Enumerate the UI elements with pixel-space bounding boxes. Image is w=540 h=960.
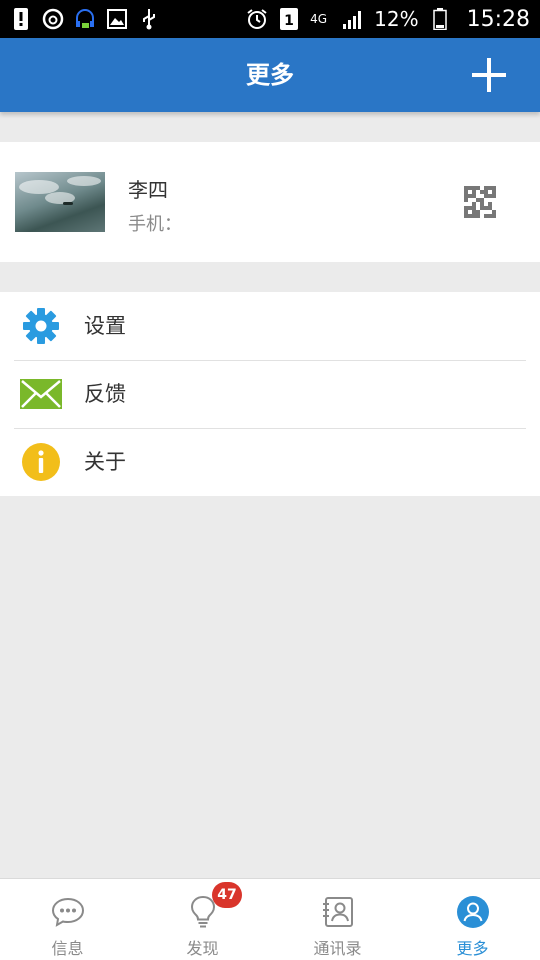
tab-label: 更多 bbox=[456, 939, 489, 958]
gear-icon bbox=[20, 306, 62, 346]
profile-phone: 手机： bbox=[128, 214, 182, 235]
alert-icon bbox=[10, 8, 32, 30]
plus-icon[interactable] bbox=[472, 58, 506, 92]
discover-badge: 47 bbox=[212, 882, 242, 908]
tab-label: 通讯录 bbox=[313, 939, 362, 958]
person-icon bbox=[455, 895, 491, 929]
menu-item-label: 设置 bbox=[84, 314, 126, 338]
menu-item-settings[interactable]: 设置 bbox=[0, 292, 540, 360]
sim-1-icon: 1 bbox=[278, 8, 300, 30]
tab-discover[interactable]: 发现 bbox=[135, 879, 270, 960]
bottom-nav: 信息 发现 通讯录 更多 bbox=[0, 878, 540, 960]
envelope-icon bbox=[20, 374, 62, 414]
svg-text:1: 1 bbox=[284, 13, 294, 29]
tab-messages[interactable]: 信息 bbox=[0, 879, 135, 960]
tab-more[interactable]: 更多 bbox=[405, 879, 540, 960]
avatar[interactable] bbox=[15, 172, 105, 232]
netease-music-icon bbox=[42, 8, 64, 30]
alarm-icon bbox=[246, 8, 268, 30]
clock: 15:28 bbox=[466, 6, 530, 32]
tab-label: 信息 bbox=[51, 939, 84, 958]
headset-icon bbox=[74, 8, 96, 30]
tab-contacts[interactable]: 通讯录 bbox=[270, 879, 405, 960]
signal-icon bbox=[342, 8, 364, 30]
menu-item-label: 反馈 bbox=[84, 382, 126, 406]
status-icons-left bbox=[10, 8, 160, 30]
tab-label: 发现 bbox=[186, 939, 219, 958]
chat-icon bbox=[50, 895, 86, 929]
page-title: 更多 bbox=[246, 61, 294, 89]
bird-shape bbox=[63, 202, 73, 205]
battery-percent: 12% bbox=[374, 7, 419, 31]
battery-icon bbox=[429, 8, 451, 30]
status-icons-right: 1 4G 12% 15:28 bbox=[246, 7, 530, 32]
usb-icon bbox=[138, 8, 160, 30]
menu-item-label: 关于 bbox=[84, 450, 126, 474]
profile-name: 李四 bbox=[128, 178, 168, 202]
network-type: 4G bbox=[310, 12, 328, 26]
more-menu: 设置 反馈 关于 bbox=[0, 292, 540, 496]
info-icon bbox=[20, 442, 62, 482]
image-icon bbox=[106, 8, 128, 30]
status-bar: 1 4G 12% 15:28 bbox=[0, 0, 540, 38]
qr-code-icon[interactable] bbox=[464, 186, 496, 218]
profile-card[interactable] bbox=[0, 142, 540, 262]
menu-item-about[interactable]: 关于 bbox=[0, 428, 540, 496]
title-bar: 更多 bbox=[0, 38, 540, 112]
contacts-icon bbox=[320, 895, 356, 929]
menu-item-feedback[interactable]: 反馈 bbox=[0, 360, 540, 428]
